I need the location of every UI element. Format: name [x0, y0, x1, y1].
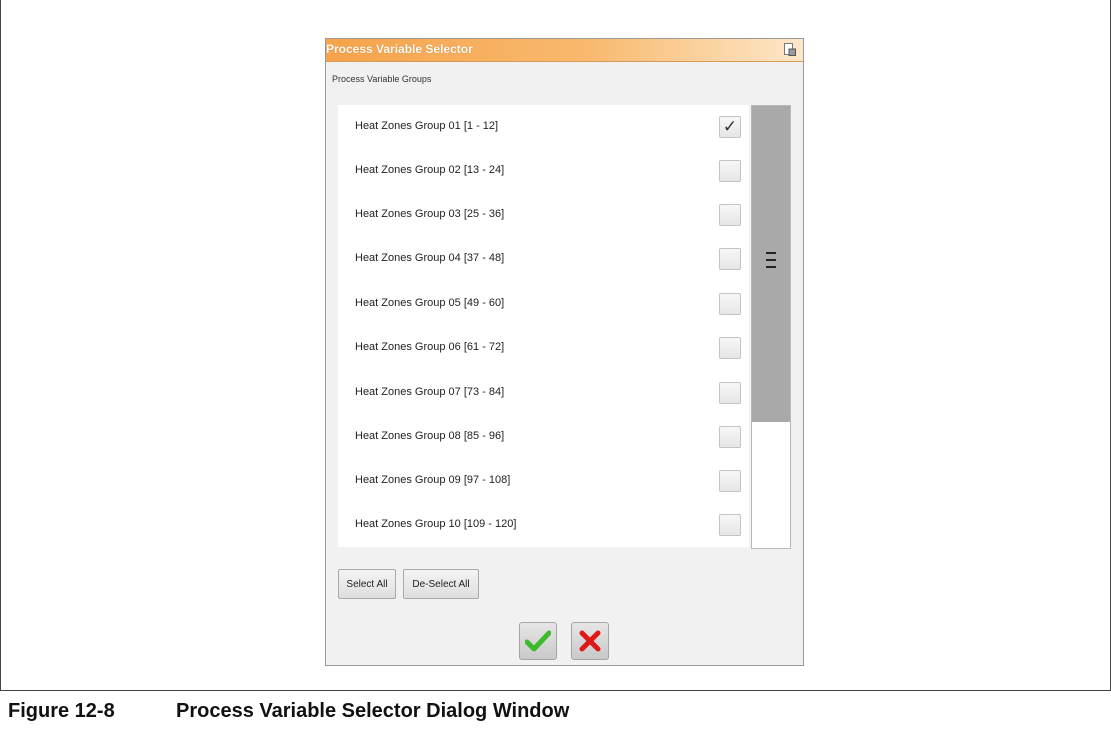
list-item[interactable]: Heat Zones Group 04 [37 - 48]: [338, 237, 749, 281]
list-item[interactable]: Heat Zones Group 01 [1 - 12] ✓: [338, 105, 749, 149]
list-item-label: Heat Zones Group 10 [109 - 120]: [355, 518, 517, 530]
list-item[interactable]: Heat Zones Group 06 [61 - 72]: [338, 326, 749, 370]
figure-number: Figure 12-8: [8, 699, 115, 722]
group-list: Heat Zones Group 01 [1 - 12] ✓ Heat Zone…: [338, 105, 749, 547]
list-item[interactable]: Heat Zones Group 03 [25 - 36]: [338, 193, 749, 237]
group-checkbox[interactable]: [719, 160, 741, 182]
select-all-button[interactable]: Select All: [338, 569, 396, 599]
list-item-label: Heat Zones Group 03 [25 - 36]: [355, 208, 505, 220]
list-item-label: Heat Zones Group 02 [13 - 24]: [355, 164, 505, 176]
group-checkbox[interactable]: [719, 514, 741, 536]
checkmark-icon: [525, 630, 551, 652]
process-variable-selector-dialog: Process Variable Selector Process Variab…: [325, 38, 804, 666]
ok-button[interactable]: [519, 622, 557, 660]
list-item-label: Heat Zones Group 04 [37 - 48]: [355, 252, 505, 264]
grip-icon: [766, 252, 776, 272]
list-item-label: Heat Zones Group 05 [49 - 60]: [355, 297, 505, 309]
group-checkbox[interactable]: [719, 204, 741, 226]
group-checkbox[interactable]: [719, 337, 741, 359]
list-item[interactable]: Heat Zones Group 07 [73 - 84]: [338, 371, 749, 415]
list-item[interactable]: Heat Zones Group 10 [109 - 120]: [338, 503, 749, 547]
deselect-all-button[interactable]: De-Select All: [403, 569, 479, 599]
list-item-label: Heat Zones Group 08 [85 - 96]: [355, 430, 505, 442]
list-item[interactable]: Heat Zones Group 08 [85 - 96]: [338, 415, 749, 459]
scrollbar-thumb[interactable]: [752, 106, 790, 422]
figure-caption: Figure 12-8 Process Variable Selector Di…: [8, 696, 569, 726]
list-item-label: Heat Zones Group 07 [73 - 84]: [355, 386, 505, 398]
group-checkbox[interactable]: [719, 248, 741, 270]
list-item-label: Heat Zones Group 09 [97 - 108]: [355, 474, 511, 486]
dialog-title: Process Variable Selector: [326, 42, 473, 56]
group-checkbox[interactable]: ✓: [719, 116, 741, 138]
cancel-button[interactable]: [571, 622, 609, 660]
list-item[interactable]: Heat Zones Group 02 [13 - 24]: [338, 149, 749, 193]
list-item[interactable]: Heat Zones Group 05 [49 - 60]: [338, 282, 749, 326]
window-icon[interactable]: [784, 43, 796, 56]
list-item-label: Heat Zones Group 06 [61 - 72]: [355, 341, 505, 353]
title-bar: Process Variable Selector: [326, 39, 803, 62]
groups-label: Process Variable Groups: [332, 74, 432, 84]
x-icon: [579, 630, 601, 652]
figure-title: Process Variable Selector Dialog Window: [176, 699, 570, 722]
group-checkbox[interactable]: [719, 382, 741, 404]
group-checkbox[interactable]: [719, 293, 741, 315]
list-item[interactable]: Heat Zones Group 09 [97 - 108]: [338, 459, 749, 503]
group-checkbox[interactable]: [719, 426, 741, 448]
list-item-label: Heat Zones Group 01 [1 - 12]: [355, 120, 499, 132]
group-checkbox[interactable]: [719, 470, 741, 492]
vertical-scrollbar[interactable]: [751, 105, 791, 549]
